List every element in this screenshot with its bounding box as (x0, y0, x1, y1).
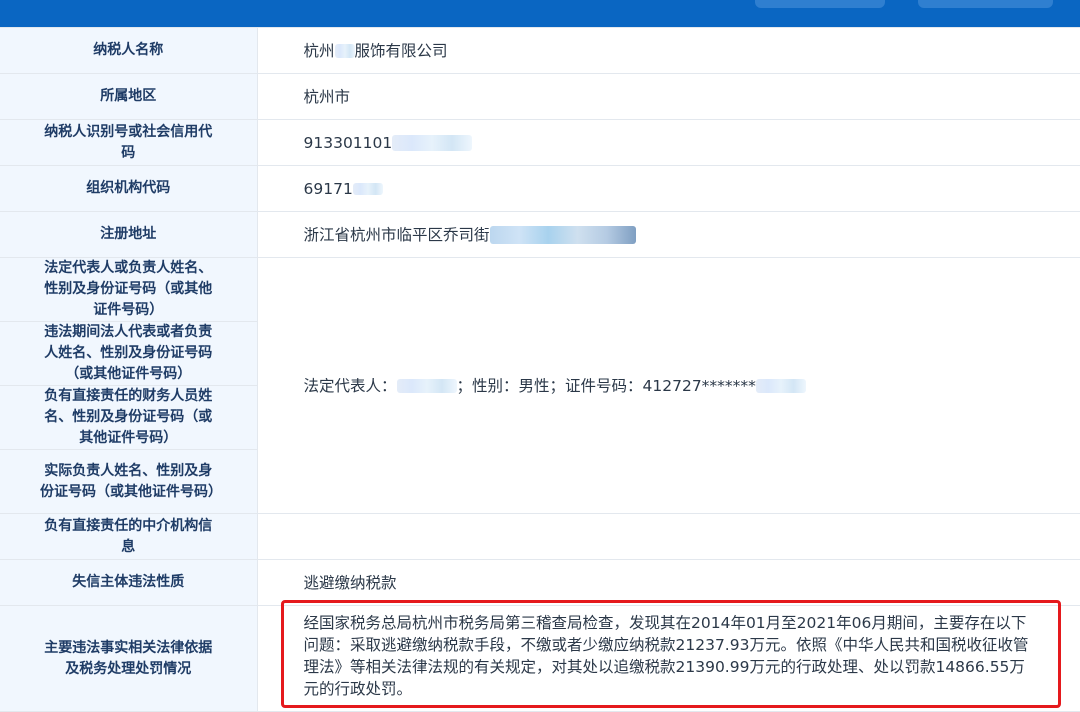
facts-text: 经国家税务总局杭州市税务局第三稽查局检查，发现其在2014年01月至2021年0… (303, 614, 1029, 698)
value-taxpayer-name: 杭州 服饰有限公司 (257, 27, 1080, 74)
redaction-blur (334, 44, 355, 58)
row-nature: 失信主体违法性质 逃避缴纳税款 (0, 559, 1080, 606)
value-nature: 逃避缴纳税款 (257, 559, 1080, 606)
value-address: 浙江省杭州市临平区乔司街 (257, 211, 1080, 258)
value-agency (257, 513, 1080, 560)
legal-rep-prefix: 法定代表人： (303, 376, 397, 395)
label-org-code: 组织机构代码 (0, 165, 258, 212)
row-region: 所属地区 杭州市 (0, 73, 1080, 120)
label-nature: 失信主体违法性质 (0, 559, 258, 606)
row-org-code: 组织机构代码 69171 (0, 165, 1080, 212)
label-tax-id: 纳税人识别号或社会信用代码 (0, 119, 258, 166)
label-finance-person: 负有直接责任的财务人员姓名、性别及身份证号码（或其他证件号码） (0, 385, 258, 450)
value-facts: 经国家税务总局杭州市税务局第三稽查局检查，发现其在2014年01月至2021年0… (257, 605, 1080, 712)
label-region: 所属地区 (0, 73, 258, 120)
label-agency: 负有直接责任的中介机构信息 (0, 513, 258, 560)
label-legal-rep: 法定代表人或负责人姓名、性别及身份证号码（或其他证件号码） (0, 257, 258, 322)
redaction-blur (396, 379, 457, 393)
row-agency: 负有直接责任的中介机构信息 (0, 513, 1080, 560)
row-legal-rep: 法定代表人或负责人姓名、性别及身份证号码（或其他证件号码） 法定代表人： ；性别：… (0, 257, 1080, 514)
redaction-blur (755, 379, 806, 393)
row-address: 注册地址 浙江省杭州市临平区乔司街 (0, 211, 1080, 258)
taxpayer-name-prefix: 杭州 (303, 41, 335, 60)
value-legal-merged: 法定代表人： ；性别：男性；证件号码：412727******* (257, 257, 1080, 514)
value-region: 杭州市 (257, 73, 1080, 120)
redaction-blur (489, 226, 636, 244)
row-tax-id: 纳税人识别号或社会信用代码 913301101 (0, 119, 1080, 166)
org-code-visible: 69171 (303, 179, 353, 198)
row-facts: 主要违法事实相关法律依据及税务处理处罚情况 经国家税务总局杭州市税务局第三稽查局… (0, 605, 1080, 712)
label-taxpayer-name: 纳税人名称 (0, 27, 258, 74)
tax-id-visible: 913301101 (303, 133, 393, 152)
label-violation-rep: 违法期间法人代表或者负责人姓名、性别及身份证号码（或其他证件号码） (0, 321, 258, 386)
top-bar-button-right[interactable] (918, 0, 1053, 8)
top-bar-button-left[interactable] (755, 0, 885, 8)
value-tax-id: 913301101 (257, 119, 1080, 166)
top-bar (0, 0, 1080, 27)
label-address: 注册地址 (0, 211, 258, 258)
redaction-blur (392, 135, 473, 151)
label-actual-person: 实际负责人姓名、性别及身份证号码（或其他证件号码） (0, 449, 258, 514)
taxpayer-name-suffix: 服饰有限公司 (354, 41, 448, 60)
value-org-code: 69171 (257, 165, 1080, 212)
address-visible: 浙江省杭州市临平区乔司街 (303, 225, 490, 244)
row-taxpayer-name: 纳税人名称 杭州 服饰有限公司 (0, 27, 1080, 74)
redaction-blur (352, 183, 383, 195)
taxpayer-info-table: 纳税人名称 杭州 服饰有限公司 所属地区 杭州市 纳税人识别号或社会信用代码 91… (0, 27, 1080, 712)
legal-rep-middle: ；性别：男性；证件号码：412727******* (456, 376, 756, 395)
label-facts: 主要违法事实相关法律依据及税务处理处罚情况 (0, 605, 258, 712)
